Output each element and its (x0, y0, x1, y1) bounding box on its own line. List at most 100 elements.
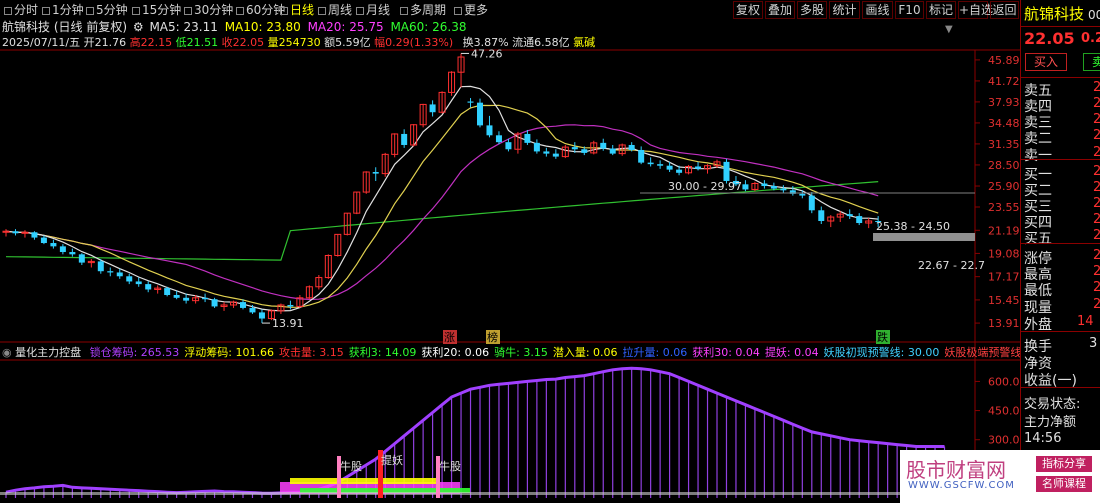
mark-niu2: 牛股 (439, 459, 461, 473)
candle-body-50 (477, 102, 483, 126)
candle-body-60 (571, 147, 578, 150)
candle-body-39 (372, 172, 379, 174)
candle-body-73 (695, 166, 702, 169)
quote-row-value-5: 2 (1093, 164, 1100, 179)
candle-body-82 (780, 188, 787, 191)
candle-body-6 (59, 246, 66, 253)
tag-die: 跌 (877, 330, 888, 344)
candle-body-14 (135, 281, 142, 285)
price-label-9: 19.08 (988, 247, 1020, 260)
price-label-7: 23.55 (988, 201, 1020, 214)
candle-body-68 (647, 162, 654, 165)
quote-divider-2 (1021, 331, 1100, 332)
indicator-item-10: 妖股初现预警线: 30.00 (823, 346, 940, 359)
panel-divider-2 (1021, 77, 1100, 78)
quote-row-value-10: 2 (1093, 248, 1100, 263)
mark-niu1: 牛股 (340, 459, 362, 473)
range-label-2: 25.38 - 24.50 (876, 220, 950, 233)
candle-body-81 (770, 186, 777, 189)
candle-body-12 (116, 272, 123, 277)
watermark-tag1[interactable]: 指标分享 (1036, 456, 1092, 472)
quote-row-value-7: 2 (1093, 196, 1100, 211)
quote-row-label-19: 主力净额 (1024, 415, 1077, 430)
quote-row-value-1: 2 (1093, 96, 1100, 111)
candle-body-15 (145, 284, 152, 290)
quote-huanshou-value: 3 (1089, 336, 1098, 351)
candle-body-56 (533, 142, 540, 152)
candle-body-42 (401, 133, 408, 145)
candle-body-61 (581, 149, 588, 153)
ma10-line (5, 104, 879, 308)
price-label-3: 34.48 (988, 117, 1020, 130)
quote-row-label-9: 买五 (1024, 231, 1052, 247)
quote-row-value-0: 2 (1093, 80, 1100, 95)
indicator-item-7: 拉升量: 0.06 (622, 346, 688, 359)
quote-row-value-3: 2 (1093, 128, 1100, 143)
candle-body-90 (856, 216, 863, 224)
price-label-6: 25.90 (988, 180, 1020, 193)
panel-divider-1 (1021, 26, 1100, 27)
candle-body-30 (287, 304, 294, 307)
ind-band-yellow (290, 478, 440, 484)
candle-body-78 (742, 184, 749, 190)
ind-base (0, 492, 975, 495)
price-label-4: 31.35 (988, 138, 1020, 151)
candle-body-3 (31, 232, 38, 238)
candle-body-18 (173, 294, 180, 298)
candle-body-1 (12, 231, 19, 234)
sell-button[interactable]: 卖出 (1083, 53, 1100, 71)
ind-axis-label-0: 600.0 (988, 375, 1020, 388)
price-label-2: 37.93 (988, 96, 1020, 109)
low-label: 13.91 (272, 317, 304, 330)
indicator-item-4: 获利20: 0.06 (421, 346, 490, 359)
candle-body-7 (69, 252, 76, 255)
candle-body-25 (240, 302, 246, 308)
indicator-collapse-icon[interactable]: ◉ (2, 346, 12, 359)
price-label-8: 21.19 (988, 224, 1020, 237)
price-label-11: 15.45 (988, 294, 1020, 307)
candle-body-22 (211, 299, 218, 307)
quote-row-value-9: 2 (1093, 228, 1100, 243)
candle-body-64 (609, 148, 616, 154)
quote-row-value-11: 2 (1093, 264, 1100, 279)
high-label: 47.26 (471, 47, 503, 60)
candle-body-55 (524, 133, 531, 143)
buy-button[interactable]: 买入 (1025, 53, 1067, 71)
indicator-item-6: 潜入量: 0.06 (552, 346, 618, 359)
candle-body-58 (552, 153, 559, 157)
watermark-site: 股市财富网 (906, 458, 1006, 482)
candle-body-13 (126, 276, 133, 282)
candle-body-52 (495, 135, 502, 143)
quote-row-value-6: 2 (1093, 180, 1100, 195)
range-label-1: 30.00 - 29.97 (668, 180, 742, 193)
candle-body-86 (818, 210, 825, 222)
quote-row-value-8: 2 (1093, 212, 1100, 227)
indicator-name[interactable]: 量化主力控盘 (15, 346, 81, 359)
watermark-url: WWW.GSCFW.COM (908, 480, 1015, 491)
indicator-title-line: ◉ 量化主力控盘 锁仓筹码: 265.53 浮动筹码: 101.66 攻击量: 3.… (2, 345, 1036, 360)
candle-body-17 (164, 288, 171, 295)
tag-bang: 榜 (487, 330, 498, 344)
candle-body-66 (628, 144, 635, 150)
ma5-line (5, 85, 879, 312)
candle-body-71 (676, 169, 683, 173)
candle-body-27 (258, 312, 265, 319)
indicator-item-0: 锁仓筹码: 265.53 (89, 346, 180, 359)
watermark-tag2[interactable]: 名师课程 (1036, 476, 1092, 492)
indicator-item-5: 骑牛: 3.15 (494, 346, 548, 359)
ma20-line (5, 124, 879, 301)
candle-body-26 (249, 307, 256, 313)
resist-band (873, 233, 975, 241)
ind-axis-label-2: 300.0 (988, 434, 1020, 447)
candle-body-57 (543, 151, 550, 154)
candle-body-80 (761, 183, 768, 187)
quote-row-value-12: 2 (1093, 280, 1100, 295)
candlestick-chart[interactable]: 45.89 41.72 37.93 34.48 31.35 28.50 25.90 23.55… (0, 0, 1020, 503)
price-label-5: 28.50 (988, 159, 1020, 172)
quote-row-value-13: 2 (1093, 297, 1100, 312)
quote-divider-1 (1021, 243, 1100, 244)
candle-body-51 (486, 125, 493, 136)
indicator-item-9: 提妖: 0.04 (764, 346, 819, 359)
quote-row-label-4: 卖一 (1024, 148, 1052, 164)
range-label-3: 22.67 - 22.7 (918, 259, 985, 272)
